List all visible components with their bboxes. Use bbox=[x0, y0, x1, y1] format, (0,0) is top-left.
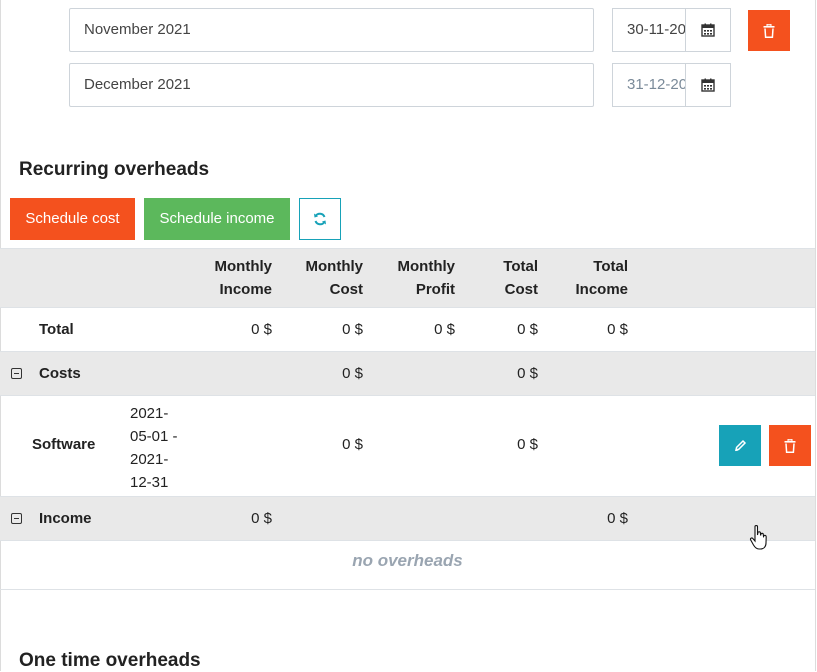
header-text: Total bbox=[503, 258, 538, 275]
calendar-button[interactable] bbox=[685, 63, 731, 107]
calendar-button[interactable] bbox=[685, 8, 731, 52]
costs-total-cost: 0 $ bbox=[517, 365, 538, 382]
refresh-icon bbox=[314, 212, 326, 226]
delete-period-button[interactable] bbox=[748, 10, 790, 51]
header-text: Monthly bbox=[397, 258, 456, 275]
header-text: Cost bbox=[504, 281, 538, 298]
total-label: Total bbox=[39, 321, 74, 338]
hand-pointer-icon bbox=[749, 525, 767, 550]
period-month-input[interactable]: November 2021 bbox=[69, 8, 594, 52]
trash-icon bbox=[784, 438, 796, 453]
total-total-cost: 0 $ bbox=[517, 321, 538, 338]
header-text: Income bbox=[219, 281, 272, 298]
costs-group-label: Costs bbox=[39, 365, 81, 382]
section-title-one-time: One time overheads bbox=[19, 650, 201, 671]
costs-group-row[interactable]: Costs 0 $ 0 $ bbox=[0, 351, 815, 395]
calendar-icon bbox=[701, 23, 715, 37]
income-empty-row: no overheads bbox=[0, 540, 815, 590]
header-total-income: Total Income bbox=[548, 255, 628, 301]
period-line: 2021- bbox=[130, 405, 169, 422]
income-monthly-income: 0 $ bbox=[251, 510, 272, 527]
income-total-income: 0 $ bbox=[607, 510, 628, 527]
header-text: Cost bbox=[329, 281, 363, 298]
total-monthly-cost: 0 $ bbox=[342, 321, 363, 338]
software-label: Software bbox=[32, 436, 96, 453]
total-monthly-income: 0 $ bbox=[251, 321, 272, 338]
header-text: Monthly bbox=[305, 258, 364, 275]
header-monthly-income: Monthly Income bbox=[192, 255, 273, 301]
period-date-input[interactable]: 30-11-2021 bbox=[612, 8, 685, 52]
header-monthly-cost: Monthly Cost bbox=[283, 255, 364, 301]
section-title-recurring: Recurring overheads bbox=[19, 159, 210, 180]
header-text: Profit bbox=[415, 281, 455, 298]
delete-button[interactable] bbox=[769, 425, 811, 466]
software-row: Software 2021- 05-01 - 2021- 12-31 0 $ 0… bbox=[0, 395, 815, 496]
income-group-label: Income bbox=[39, 510, 92, 527]
software-monthly-cost: 0 $ bbox=[342, 436, 363, 453]
header-text: Income bbox=[575, 281, 628, 298]
minus-square-icon[interactable] bbox=[11, 513, 22, 524]
header-text: Monthly bbox=[214, 258, 273, 275]
total-total-income: 0 $ bbox=[607, 321, 628, 338]
header-total-cost: Total Cost bbox=[458, 255, 538, 301]
period-line: 05-01 - bbox=[130, 428, 178, 445]
costs-monthly-cost: 0 $ bbox=[342, 365, 363, 382]
software-total-cost: 0 $ bbox=[517, 436, 538, 453]
table-header-row: Monthly Income Monthly Cost Monthly Prof… bbox=[0, 248, 815, 307]
edit-button[interactable] bbox=[719, 425, 761, 466]
pencil-icon bbox=[734, 439, 746, 452]
total-monthly-profit: 0 $ bbox=[434, 321, 455, 338]
period-month-input[interactable]: December 2021 bbox=[69, 63, 594, 107]
header-text: Total bbox=[593, 258, 628, 275]
trash-icon bbox=[763, 23, 775, 38]
no-overheads-text: no overheads bbox=[352, 551, 463, 570]
header-monthly-profit: Monthly Profit bbox=[375, 255, 456, 301]
schedule-income-button[interactable]: Schedule income bbox=[144, 198, 290, 240]
calendar-icon bbox=[701, 78, 715, 92]
schedule-cost-button[interactable]: Schedule cost bbox=[10, 198, 135, 240]
period-line: 12-31 bbox=[130, 474, 169, 491]
total-row: Total 0 $ 0 $ 0 $ 0 $ 0 $ bbox=[0, 307, 815, 351]
income-group-row[interactable]: Income 0 $ 0 $ bbox=[0, 496, 815, 540]
period-line: 2021- bbox=[130, 451, 169, 468]
software-period: 2021- 05-01 - 2021- 12-31 bbox=[130, 402, 190, 494]
period-date-input[interactable]: 31-12-2021 bbox=[612, 63, 685, 107]
panel-border-right bbox=[815, 0, 816, 671]
minus-square-icon[interactable] bbox=[11, 368, 22, 379]
refresh-button[interactable] bbox=[299, 198, 341, 240]
